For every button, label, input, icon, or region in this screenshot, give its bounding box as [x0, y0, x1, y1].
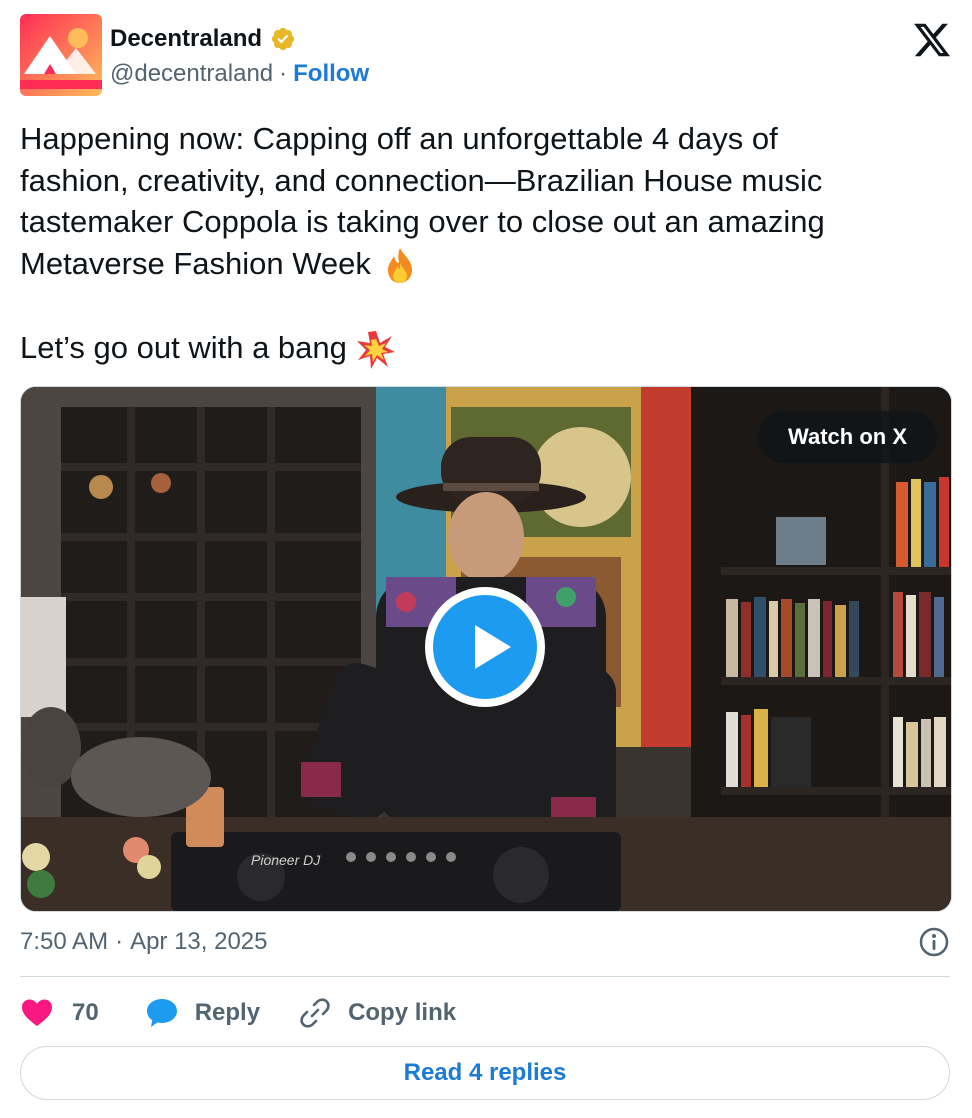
- tweet-text: Happening now: Capping off an unforgetta…: [20, 118, 940, 370]
- watch-on-x-button[interactable]: Watch on X: [758, 411, 937, 463]
- play-icon: [475, 625, 511, 669]
- deck-brand: Pioneer DJ: [251, 852, 321, 868]
- follow-button[interactable]: Follow: [293, 60, 369, 88]
- tweet-time[interactable]: 7:50 AM: [20, 928, 108, 956]
- like-count: 70: [72, 999, 99, 1026]
- separator: ·: [279, 60, 288, 87]
- reply-bubble-icon: [146, 999, 177, 1027]
- info-icon[interactable]: [918, 926, 950, 958]
- tweet-date[interactable]: Apr 13, 2025: [130, 928, 267, 956]
- tweet-line: Let’s go out with a bang: [20, 329, 356, 365]
- copy-link-button[interactable]: Copy link: [298, 996, 456, 1030]
- separator: ·: [115, 928, 124, 955]
- tweet-line: tastemaker Coppola is taking over to clo…: [20, 204, 825, 239]
- tweet-line: Metaverse Fashion Week: [20, 245, 380, 281]
- reply-button[interactable]: Reply: [145, 996, 298, 1030]
- collision-icon: [356, 330, 395, 369]
- link-icon: [300, 998, 330, 1028]
- divider: [20, 976, 950, 977]
- copy-link-label: Copy link: [348, 999, 457, 1026]
- tweet-line: Happening now: Capping off an unforgetta…: [20, 121, 778, 156]
- read-replies-button[interactable]: Read 4 replies: [20, 1046, 950, 1100]
- tweet-header: Decentraland @decentraland · Follow: [20, 14, 952, 98]
- tweet-line: fashion, creativity, and connection—Braz…: [20, 162, 823, 198]
- avatar[interactable]: [20, 14, 102, 96]
- reply-label: Reply: [194, 999, 261, 1026]
- like-button[interactable]: 70: [20, 996, 145, 1030]
- handle[interactable]: @decentraland: [110, 60, 273, 88]
- timestamp-row: 7:50 AM · Apr 13, 2025: [20, 924, 950, 960]
- display-name[interactable]: Decentraland: [110, 25, 262, 53]
- x-logo-icon[interactable]: [912, 20, 952, 60]
- fire-icon: [387, 248, 412, 284]
- action-bar: 70 Reply Copy link: [20, 992, 456, 1034]
- video-player[interactable]: Pioneer DJ Watch on X: [20, 386, 952, 912]
- verified-badge-icon: [271, 27, 295, 51]
- heart-icon: [22, 999, 52, 1026]
- play-button[interactable]: [425, 587, 545, 707]
